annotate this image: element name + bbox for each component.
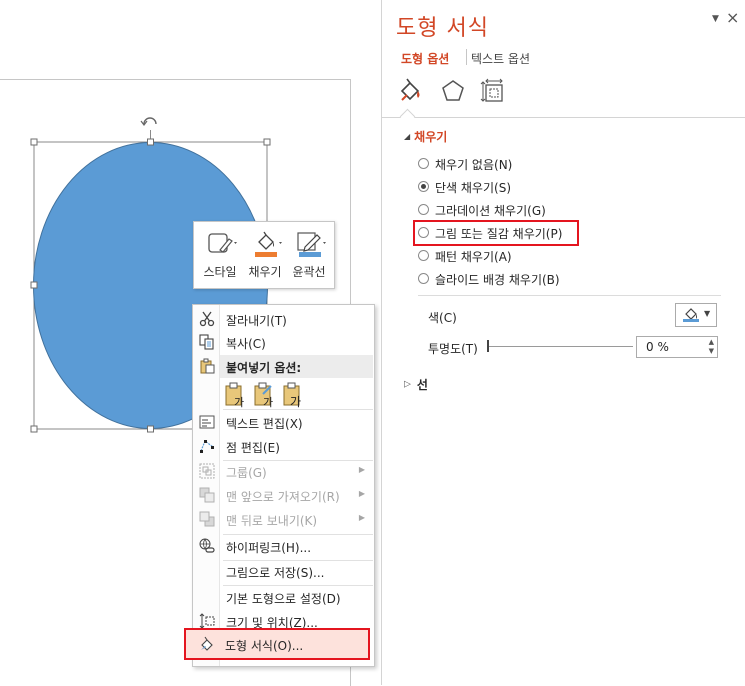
slide-canvas-area: 스타일 채우기 윤곽선 잘라내기(T) 복사(C) 붙여넣기 옵션: 가 가 가… xyxy=(0,0,381,686)
menu-item-format-shape-label: 도형 서식(O)... xyxy=(225,639,304,653)
menu-item-cut-label: 잘라내기(T) xyxy=(226,314,287,328)
menu-separator xyxy=(223,409,373,410)
radio-no-fill-label: 채우기 없음(N) xyxy=(435,158,513,172)
submenu-arrow-icon: ▶ xyxy=(358,513,365,522)
spin-up-icon[interactable]: ▲ xyxy=(709,338,714,346)
active-tab-notch xyxy=(399,108,416,125)
close-icon[interactable]: × xyxy=(726,8,739,27)
svg-text:가: 가 xyxy=(290,395,301,408)
paste-options-header: 붙여넣기 옵션: xyxy=(220,355,373,378)
submenu-arrow-icon: ▶ xyxy=(358,465,365,474)
menu-item-save-as-picture[interactable]: 그림으로 저장(S)... xyxy=(193,560,374,582)
section-fill-header[interactable]: ◢ 채우기 xyxy=(404,128,447,145)
menu-item-send-to-back-label: 맨 뒤로 보내기(K) xyxy=(226,514,318,528)
pane-options-dropdown-icon[interactable]: ▼ xyxy=(712,14,719,24)
menu-item-set-default-shape-label: 기본 도형으로 설정(D) xyxy=(226,592,341,606)
radio-button[interactable] xyxy=(418,250,429,261)
group-icon xyxy=(199,463,215,479)
tab-separator xyxy=(466,49,467,65)
menu-item-edit-text[interactable]: 텍스트 편집(X) xyxy=(193,411,374,433)
menu-item-edit-points[interactable]: 점 편집(E) xyxy=(193,435,374,457)
paste-keep-source-formatting-icon[interactable]: 가 xyxy=(253,382,275,408)
send-to-back-icon xyxy=(199,511,215,527)
paste-options-label: 붙여넣기 옵션: xyxy=(226,361,302,375)
menu-item-copy[interactable]: 복사(C) xyxy=(193,331,374,353)
pane-title: 도형 서식 xyxy=(396,16,489,41)
mini-toolbar: 스타일 채우기 윤곽선 xyxy=(193,221,335,289)
tab-shape-options[interactable]: 도형 옵션 xyxy=(401,50,449,67)
color-picker-button[interactable]: ▼ xyxy=(675,303,717,327)
outline-button[interactable]: 윤곽선 xyxy=(287,228,331,284)
transparency-value: 0 % xyxy=(646,340,669,354)
submenu-arrow-icon: ▶ xyxy=(358,489,365,498)
divider xyxy=(418,295,721,296)
radio-slide-background-fill-label: 슬라이드 배경 채우기(B) xyxy=(435,273,560,287)
collapsed-arrow-icon: ▷ xyxy=(404,379,411,390)
transparency-slider-thumb[interactable] xyxy=(487,340,489,352)
style-label: 스타일 xyxy=(203,265,237,279)
menu-item-set-default-shape[interactable]: 기본 도형으로 설정(D) xyxy=(193,586,374,608)
fill-button[interactable]: 채우기 xyxy=(243,228,287,284)
menu-item-edit-text-label: 텍스트 편집(X) xyxy=(226,417,303,431)
menu-item-copy-label: 복사(C) xyxy=(226,337,266,351)
menu-item-bring-to-front[interactable]: 맨 앞으로 가져오기(R) ▶ xyxy=(193,484,374,506)
menu-item-format-shape[interactable]: 도형 서식(O)... xyxy=(184,628,370,660)
style-icon xyxy=(208,233,237,253)
radio-button[interactable] xyxy=(418,181,429,192)
radio-gradient-fill-label: 그라데이션 채우기(G) xyxy=(435,204,546,218)
menu-item-cut[interactable]: 잘라내기(T) xyxy=(193,308,374,330)
fill-and-line-icon[interactable] xyxy=(398,78,424,104)
format-shape-pane: 도형 서식 ▼ × 도형 옵션 텍스트 옵션 ◢ 채우기 채우기 없음(N) 단색… xyxy=(381,0,745,685)
radio-pattern-fill-label: 패턴 채우기(A) xyxy=(435,250,512,264)
section-fill-title: 채우기 xyxy=(414,130,448,144)
menu-item-group-label: 그룹(G) xyxy=(226,466,267,480)
expand-arrow-icon: ◢ xyxy=(404,132,411,141)
menu-item-bring-to-front-label: 맨 앞으로 가져오기(R) xyxy=(226,490,340,504)
menu-item-hyperlink-label: 하이퍼링크(H)... xyxy=(226,541,312,555)
context-menu: 잘라내기(T) 복사(C) 붙여넣기 옵션: 가 가 가 텍스트 편집(X) 점… xyxy=(192,304,375,667)
hyperlink-icon xyxy=(199,538,215,553)
edit-points-icon xyxy=(200,440,214,453)
menu-item-group[interactable]: 그룹(G) ▶ xyxy=(193,460,374,482)
format-shape-icon xyxy=(201,636,213,651)
style-button[interactable]: 스타일 xyxy=(198,228,242,284)
menu-item-edit-points-label: 점 편집(E) xyxy=(226,441,280,455)
pane-icon-divider xyxy=(382,117,745,118)
radio-button[interactable] xyxy=(418,273,429,284)
svg-text:가: 가 xyxy=(263,396,273,408)
tab-text-options[interactable]: 텍스트 옵션 xyxy=(471,50,530,67)
edit-text-icon xyxy=(199,415,215,429)
radio-button[interactable] xyxy=(418,158,429,169)
outline-pen-icon xyxy=(297,232,326,257)
scissors-icon xyxy=(199,311,215,327)
transparency-slider[interactable] xyxy=(488,346,633,347)
menu-item-send-to-back[interactable]: 맨 뒤로 보내기(K) ▶ xyxy=(193,508,374,530)
section-line-header[interactable]: ▷ 선 xyxy=(404,376,428,393)
svg-text:가: 가 xyxy=(234,396,244,408)
fill-bucket-icon xyxy=(683,308,699,322)
paste-icon xyxy=(200,358,215,374)
menu-item-save-as-picture-label: 그림으로 저장(S)... xyxy=(226,566,325,580)
section-line-title: 선 xyxy=(416,378,428,392)
menu-item-hyperlink[interactable]: 하이퍼링크(H)... xyxy=(193,535,374,557)
rotate-handle-icon[interactable] xyxy=(140,117,157,140)
spin-down-icon[interactable]: ▼ xyxy=(709,347,714,355)
color-label: 색(C) xyxy=(428,311,457,325)
size-properties-icon[interactable] xyxy=(480,78,506,104)
paste-text-only-icon[interactable]: 가 xyxy=(282,382,304,408)
radio-solid-fill-label: 단색 채우기(S) xyxy=(435,181,511,195)
fill-label: 채우기 xyxy=(248,265,282,279)
fill-bucket-icon xyxy=(255,231,282,257)
paste-use-destination-theme-icon[interactable]: 가 xyxy=(224,382,246,408)
size-position-icon xyxy=(199,613,215,629)
radio-button[interactable] xyxy=(418,204,429,215)
copy-icon xyxy=(199,334,214,350)
transparency-spinner[interactable]: 0 % ▲ ▼ xyxy=(636,336,718,358)
highlight-box xyxy=(413,220,579,246)
effects-pentagon-icon[interactable] xyxy=(440,78,466,104)
chevron-down-icon: ▼ xyxy=(704,309,711,318)
bring-to-front-icon xyxy=(199,487,215,503)
outline-label: 윤곽선 xyxy=(292,265,326,279)
transparency-label: 투명도(T) xyxy=(428,342,478,356)
